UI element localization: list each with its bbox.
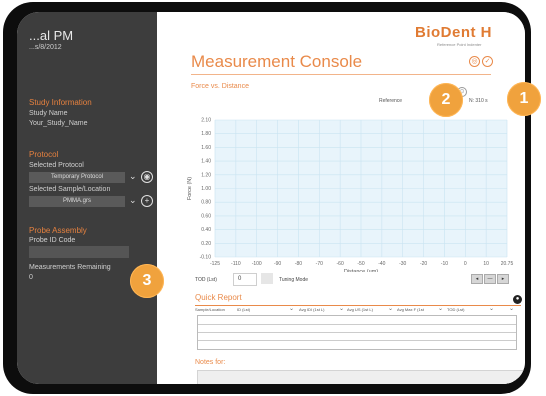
x-tick-label: -10 [441,261,448,267]
quick-report-table[interactable] [197,315,517,350]
add-icon[interactable]: + [141,195,153,207]
tod-input[interactable]: 0 [233,273,257,286]
y-tick-label: 1.80 [201,131,211,137]
clock-time: ...al PM [29,28,74,43]
pan-left-button[interactable]: ◂ [471,274,483,284]
study-info-heading: Study Information [29,98,92,107]
x-tick-label: 20.75 [501,261,514,267]
y-tick-label: 1.40 [201,159,211,165]
chevron-down-icon[interactable]: ⌄ [129,171,137,182]
x-tick-label: -125 [210,261,220,267]
quick-report-column-header[interactable]: ID (Lst) [237,307,250,312]
quick-report-column-header[interactable]: Avg Max F (1st [397,307,424,312]
x-tick-label: -110 [231,261,241,267]
callout-badge-3: 3 [130,264,164,298]
quick-report-column-header[interactable]: Avg US (1st L) [347,307,373,312]
y-tick-label: 0.20 [201,241,211,247]
callout-badge-1: 1 [507,82,541,116]
x-tick-label: -50 [357,261,364,267]
chevron-down-icon[interactable]: ⌄ [438,305,443,312]
table-row [198,324,516,325]
protocol-heading: Protocol [29,150,59,159]
x-tick-label: 0 [464,261,467,267]
x-tick-label: -100 [252,261,262,267]
x-tick-label: -30 [399,261,406,267]
y-tick-label: 1.00 [201,186,211,192]
study-name-label: Study Name [29,110,68,117]
tablet-screen: ...al PM ...s/8/2012 Study Information S… [17,12,525,384]
chevron-down-icon[interactable]: ⌄ [129,195,137,206]
measurements-remaining-value: 0 [29,274,33,281]
screenshot-frame: ...al PM ...s/8/2012 Study Information S… [0,0,546,396]
x-tick-label: -20 [420,261,427,267]
pan-reset-button[interactable]: — [484,274,496,284]
quick-report-column-header[interactable]: TOD (Lst) [447,307,464,312]
force-distance-chart[interactable]: 2.10 1.80 1.60 1.40 1.20 1.00 0.80 0.60 0.40 0.20… [157,12,525,273]
sidebar: ...al PM ...s/8/2012 Study Information S… [17,12,157,384]
chevron-down-icon[interactable]: ⌄ [509,305,514,312]
tuning-mode-label: Tuning Mode [279,277,308,283]
quick-report-title: Quick Report [195,293,242,302]
tod-label: TOD (Lst) [195,277,217,283]
y-tick-label: 1.60 [201,145,211,151]
table-row [198,332,516,333]
clock-date: ...s/8/2012 [29,44,62,51]
x-tick-label: -40 [378,261,385,267]
callout-badge-2: 2 [429,83,463,117]
y-tick-label: 0.40 [201,227,211,233]
x-tick-label: -70 [316,261,323,267]
y-tick-label: 2.10 [201,118,211,124]
tuning-mode-toggle[interactable] [261,273,273,284]
tablet-bezel: ...al PM ...s/8/2012 Study Information S… [3,2,531,394]
quick-report-column-header[interactable]: Sample/Location [195,307,225,312]
notes-input[interactable] [197,370,523,384]
y-axis-label: Force (N) [187,177,193,200]
pan-right-button[interactable]: ▸ [497,274,509,284]
selected-sample-label: Selected Sample/Location [29,186,111,193]
y-tick-label: 1.20 [201,172,211,178]
y-tick-label: -0.10 [200,255,212,261]
probe-assembly-heading: Probe Assembly [29,226,87,235]
x-axis-label: Distance (µm) [344,269,379,272]
main-panel: BioDent H Reference Point Indenter Measu… [157,12,525,384]
y-tick-label: 0.80 [201,200,211,206]
probe-id-label: Probe ID Code [29,237,76,244]
quick-report-column-header[interactable]: Avg IDI (1st L) [299,307,325,312]
chevron-down-icon[interactable]: ⌄ [489,305,494,312]
selected-protocol-label: Selected Protocol [29,162,84,169]
x-tick-label: 10 [483,261,489,267]
x-tick-label: -80 [295,261,302,267]
export-icon[interactable]: ● [513,295,522,304]
probe-id-input[interactable] [29,246,129,258]
chevron-down-icon[interactable]: ⌄ [289,305,294,312]
table-row [198,340,516,341]
chevron-down-icon[interactable]: ⌄ [339,305,344,312]
chevron-down-icon[interactable]: ⌄ [388,305,393,312]
notes-title: Notes for: [195,359,226,366]
x-tick-label: -90 [274,261,281,267]
study-name-value[interactable]: Your_Study_Name [29,120,88,127]
protocol-select[interactable]: Temporary Protocol [29,172,125,183]
view-icon[interactable]: ◉ [141,171,153,183]
y-tick-label: 0.60 [201,213,211,219]
x-tick-label: -60 [337,261,344,267]
sample-select[interactable]: PMMA.grs [29,196,125,207]
measurements-remaining-label: Measurements Remaining [29,264,111,271]
